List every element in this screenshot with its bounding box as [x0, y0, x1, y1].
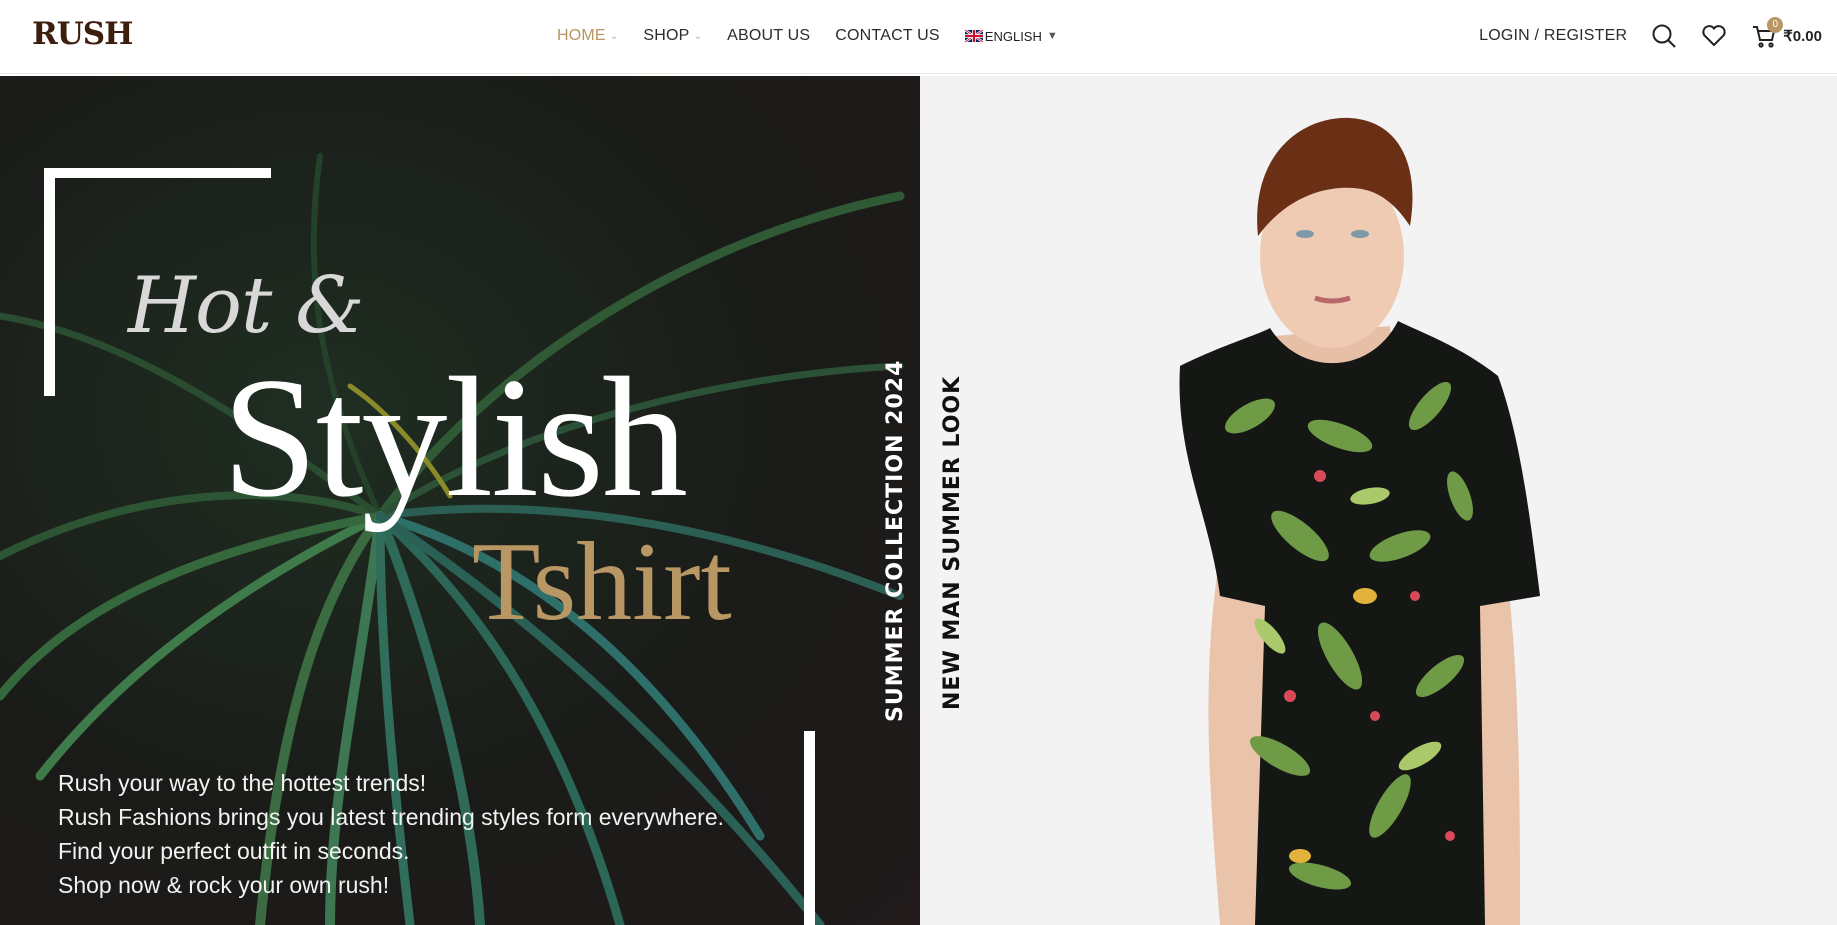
decorative-frame-right [804, 731, 815, 925]
nav-item-label: ABOUT US [727, 27, 811, 44]
login-register-link[interactable]: LOGIN / REGISTER [1479, 27, 1627, 45]
decorative-frame-left [44, 168, 55, 396]
hero-line: Rush your way to the hottest trends! [58, 770, 427, 796]
main-nav: HOME ⌄ SHOP ⌄ ABOUT US CONTACT US ENGLIS… [557, 0, 1058, 72]
caret-down-icon: ▼ [1046, 30, 1058, 42]
hero-description: Rush your way to the hottest trends! Rus… [58, 766, 724, 902]
nav-item-label: HOME [557, 27, 606, 44]
vertical-label-look: NEW MAN SUMMER LOOK [940, 375, 965, 710]
site-header: RUSH HOME ⌄ SHOP ⌄ ABOUT US CONTACT US E… [0, 0, 1837, 74]
heart-icon[interactable] [1701, 23, 1727, 49]
vertical-label-collection: SUMMER COLLECTION 2024 [883, 359, 908, 722]
hero-line: Rush Fashions brings you latest trending… [58, 804, 725, 830]
hero-left-panel: Hot & Stylish Tshirt Rush your way to th… [0, 76, 920, 925]
cart-icon: 0 [1751, 17, 1784, 49]
chevron-down-icon: ⌄ [693, 30, 703, 42]
uk-flag-icon [964, 30, 983, 42]
model-photo [1179, 117, 1540, 925]
cart-amount: ₹0.00 [1783, 28, 1822, 45]
decorative-frame-top [44, 168, 271, 178]
hero-right-panel [920, 76, 1837, 925]
cart-button[interactable]: 0 ₹0.00 [1751, 17, 1822, 49]
header-actions: LOGIN / REGISTER 0 ₹0.00 [1479, 0, 1837, 72]
nav-item-about[interactable]: ABOUT US [727, 27, 810, 45]
search-icon[interactable] [1651, 23, 1677, 49]
chevron-down-icon: ⌄ [609, 30, 619, 42]
nav-item-contact[interactable]: CONTACT US [835, 27, 940, 45]
nav-item-label: SHOP [643, 27, 690, 44]
headline-small: Hot & [128, 261, 365, 351]
hero-line: Shop now & rock your own rush! [58, 872, 390, 898]
nav-item-shop[interactable]: SHOP ⌄ [643, 27, 702, 45]
nav-item-label: CONTACT US [835, 27, 940, 44]
hero-line: Find your perfect outfit in seconds. [58, 838, 410, 864]
language-switcher[interactable]: ENGLISH ▼ [964, 28, 1058, 44]
nav-item-home[interactable]: HOME ⌄ [557, 27, 618, 45]
headline-accent: Tshirt [472, 520, 732, 644]
language-label: ENGLISH [984, 28, 1042, 44]
headline-large: Stylish [222, 343, 688, 533]
cart-count-badge: 0 [1767, 17, 1784, 33]
site-logo[interactable]: RUSH [32, 16, 133, 52]
